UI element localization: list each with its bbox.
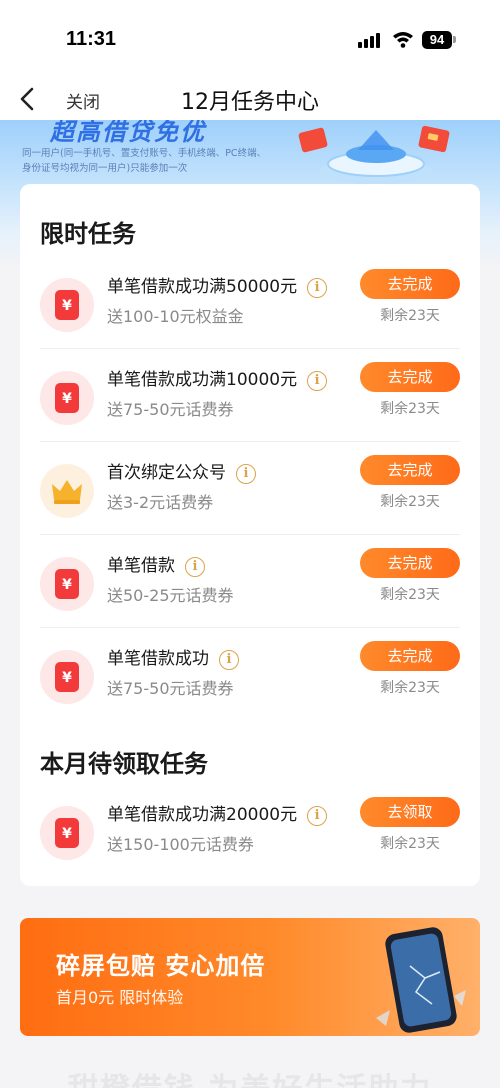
- monthly-tasks-title: 本月待领取任务: [40, 750, 208, 778]
- task-name: 单笔借款成功满20000元: [107, 805, 298, 825]
- task-reward: 送50-25元话费券: [107, 586, 234, 605]
- task-row: ¥ 单笔借款 i 送50-25元话费券 去完成 剩余23天: [40, 535, 460, 628]
- task-row: ¥ 单笔借款成功满10000元 i 送75-50元话费券 去完成 剩余23天: [40, 349, 460, 442]
- task-reward: 送75-50元话费券: [107, 400, 234, 419]
- crown-icon: [40, 464, 94, 518]
- status-time: 11:31: [66, 28, 117, 50]
- red-envelope-icon: ¥: [40, 806, 94, 860]
- nav-bar: 关闭 12月任务中心: [0, 80, 500, 120]
- info-icon[interactable]: i: [185, 557, 205, 577]
- red-envelope-icon: ¥: [40, 278, 94, 332]
- task-remaining-days: 剩余23天: [380, 401, 440, 417]
- task-name: 首次绑定公众号: [107, 463, 226, 483]
- task-name: 单笔借款成功满50000元: [107, 277, 298, 297]
- red-envelope-icon: ¥: [40, 371, 94, 425]
- task-reward: 送3-2元话费券: [107, 493, 214, 512]
- task-reward: 送150-100元话费券: [107, 835, 254, 854]
- complete-task-button[interactable]: 去完成: [360, 455, 460, 485]
- footer-slogan: 甜橙借钱 为美好生活助力: [0, 1064, 500, 1088]
- task-reward: 送75-50元话费券: [107, 679, 234, 698]
- task-name: 单笔借款成功满10000元: [107, 370, 298, 390]
- cracked-phone-icon: [376, 927, 466, 1033]
- task-remaining-days: 剩余23天: [380, 494, 440, 510]
- promo-title: 碎屏包赔 安心加倍: [56, 952, 266, 980]
- complete-task-button[interactable]: 去完成: [360, 548, 460, 578]
- task-row: ¥ 单笔借款成功满20000元 i 送150-100元话费券 去领取 剩余23天: [40, 784, 460, 877]
- info-icon[interactable]: i: [307, 371, 328, 391]
- task-remaining-days: 剩余23天: [380, 308, 440, 324]
- task-remaining-days: 剩余23天: [380, 680, 440, 696]
- limited-tasks-title: 限时任务: [40, 220, 136, 248]
- claim-task-button[interactable]: 去领取: [360, 797, 460, 827]
- back-chevron-icon[interactable]: [16, 86, 40, 112]
- task-card: 限时任务 ¥ 单笔借款成功满50000元 i 送100-10元权益金 去完成 剩余…: [20, 184, 480, 886]
- promo-subtitle: 首月0元 限时体验: [56, 988, 184, 1007]
- task-reward: 送100-10元权益金: [107, 307, 244, 326]
- battery-tip: [453, 36, 456, 43]
- info-icon[interactable]: i: [219, 650, 239, 670]
- task-remaining-days: 剩余23天: [380, 836, 440, 852]
- status-bar: 11:31 94: [0, 0, 500, 80]
- task-row: ¥ 单笔借款成功 i 送75-50元话费券 去完成 剩余23天: [40, 628, 460, 721]
- task-row: ¥ 单笔借款成功满50000元 i 送100-10元权益金 去完成 剩余23天: [40, 256, 460, 349]
- wifi-icon: [393, 32, 413, 48]
- task-row: 首次绑定公众号 i 送3-2元话费券 去完成 剩余23天: [40, 442, 460, 535]
- task-remaining-days: 剩余23天: [380, 587, 440, 603]
- info-icon[interactable]: i: [236, 464, 256, 484]
- complete-task-button[interactable]: 去完成: [360, 362, 460, 392]
- cellular-signal-icon: [358, 32, 382, 48]
- gift-platform-icon: [298, 125, 450, 184]
- red-envelope-icon: ¥: [40, 650, 94, 704]
- close-button[interactable]: 关闭: [66, 88, 100, 113]
- battery-icon: 94: [422, 31, 452, 49]
- banner-headline: 超高借贷免优: [50, 120, 206, 146]
- task-name: 单笔借款成功: [107, 649, 209, 669]
- red-envelope-icon: ¥: [40, 557, 94, 611]
- complete-task-button[interactable]: 去完成: [360, 641, 460, 671]
- complete-task-button[interactable]: 去完成: [360, 269, 460, 299]
- banner-rule-note: 同一用户(同一手机号、置支付账号、手机终端、PC终端、身份证号均视为同一用户)只…: [22, 148, 267, 174]
- screen-insurance-promo-banner[interactable]: 碎屏包赔 安心加倍 首月0元 限时体验: [20, 918, 480, 1036]
- info-icon[interactable]: i: [307, 278, 328, 298]
- task-name: 单笔借款: [107, 556, 175, 576]
- info-icon[interactable]: i: [307, 806, 328, 826]
